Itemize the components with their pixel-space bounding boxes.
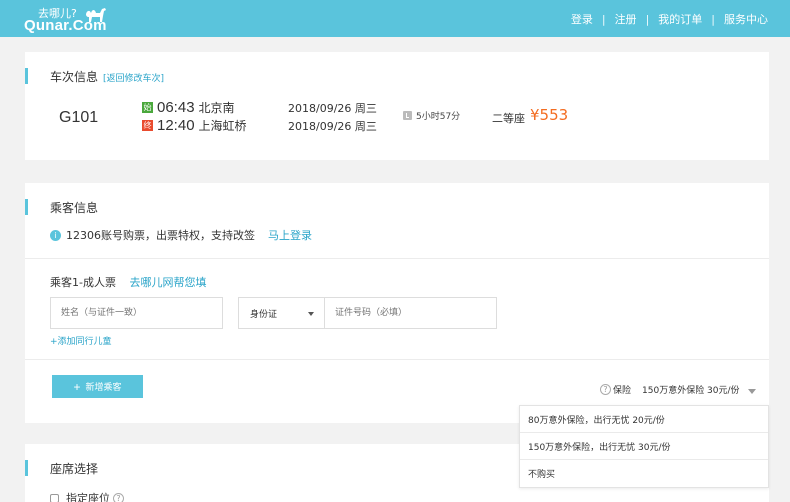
departure-row: 始 06:43 北京南 (142, 99, 235, 116)
id-type-select[interactable]: 身份证 (238, 297, 325, 329)
insurance-dropdown: 80万意外保险，出行无忧 20元/份 150万意外保险，出行无忧 30元/份 不… (519, 405, 769, 488)
add-passenger-label: 新增乘客 (85, 382, 122, 392)
end-tag: 终 (142, 120, 153, 131)
train-number: G101 (59, 109, 99, 126)
insurance-option[interactable]: 80万意外保险，出行无忧 20元/份 (520, 406, 768, 433)
departure-date: 2018/09/26 周三 (288, 102, 377, 115)
departure-time: 06:43 (157, 99, 195, 116)
divider (25, 258, 769, 259)
top-nav: 登录 | 注册 | 我的订单 | 服务中心 (571, 11, 768, 27)
insurance-option[interactable]: 不购买 (520, 460, 768, 487)
login-now-link[interactable]: 马上登录 (268, 227, 312, 243)
seat-class: 二等座 (492, 112, 525, 125)
service-center-link[interactable]: 服务中心 (724, 11, 768, 27)
add-passenger-button[interactable]: + 新增乘客 (52, 375, 143, 398)
section-marker (25, 68, 28, 84)
departure-station: 北京南 (198, 101, 235, 115)
plus-icon: + (73, 379, 81, 394)
top-bar: 去哪儿? Qunar.Com 登录 | 注册 | 我的订单 | 服务中心 (0, 0, 790, 37)
duration-text: 5小时57分 (416, 112, 461, 122)
nav-separator: | (645, 12, 650, 26)
insurance-label: 保险 (613, 386, 632, 396)
chevron-down-icon[interactable] (748, 389, 756, 394)
seat-section-title: 座席选择 (50, 462, 99, 476)
account-notice: i 12306账号购票，出票特权，支持改签 马上登录 (50, 227, 312, 243)
id-type-value: 身份证 (250, 309, 278, 320)
info-icon: i (50, 229, 61, 241)
chevron-down-icon (308, 312, 314, 316)
help-icon[interactable]: ? (113, 492, 124, 502)
divider (25, 359, 769, 360)
train-section-title: 车次信息 (50, 70, 99, 84)
choose-seat-checkbox[interactable] (50, 493, 59, 502)
choose-seat-label: 指定座位 (66, 492, 110, 502)
arrival-time: 12:40 (157, 117, 195, 134)
edit-train-link[interactable]: [返回修改车次] (103, 71, 164, 84)
section-marker (25, 460, 28, 476)
train-info-card: 车次信息 [返回修改车次] G101 始 06:43 北京南 终 12:40 上… (25, 52, 769, 160)
arrival-date: 2018/09/26 周三 (288, 120, 377, 133)
nav-separator: | (601, 12, 606, 26)
notice-text: 12306账号购票，出票特权，支持改签 (66, 229, 255, 242)
insurance-option[interactable]: 150万意外保险，出行无忧 30元/份 (520, 433, 768, 460)
arrival-station: 上海虹桥 (198, 119, 247, 133)
camel-icon (86, 8, 106, 22)
id-number-input[interactable] (324, 297, 497, 329)
ticket-price: ¥553 (530, 106, 569, 124)
arrival-row: 终 12:40 上海虹桥 (142, 117, 247, 134)
autofill-link[interactable]: 去哪儿网帮您填 (129, 276, 206, 289)
passenger-type: 乘客1-成人票 (50, 276, 116, 289)
section-marker (25, 199, 28, 215)
nav-separator: | (711, 12, 715, 26)
clock-icon (403, 111, 412, 120)
help-icon[interactable]: ? (600, 384, 611, 395)
start-tag: 始 (142, 102, 153, 113)
name-input[interactable] (50, 297, 223, 329)
insurance-selector[interactable]: ? 保险 150万意外保险 30元/份 (600, 383, 740, 396)
insurance-selected[interactable]: 150万意外保险 30元/份 (642, 383, 740, 396)
choose-seat-option[interactable]: 指定座位 ? (50, 490, 126, 502)
duration: 5小时57分 (403, 109, 460, 122)
passenger-1-label: 乘客1-成人票 去哪儿网帮您填 (50, 274, 206, 290)
my-orders-link[interactable]: 我的订单 (658, 11, 702, 27)
add-child-link[interactable]: +添加同行儿童 (50, 334, 112, 347)
login-link[interactable]: 登录 (571, 11, 593, 27)
passenger-section-title: 乘客信息 (50, 201, 99, 215)
register-link[interactable]: 注册 (615, 11, 637, 27)
